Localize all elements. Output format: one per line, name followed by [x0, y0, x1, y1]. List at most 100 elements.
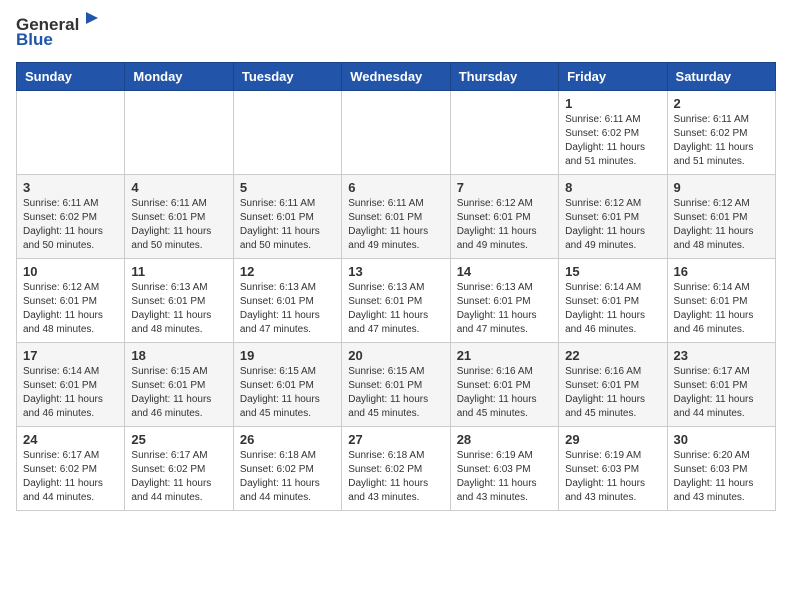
calendar-cell: 11 Sunrise: 6:13 AM Sunset: 6:01 PM Dayli…: [125, 259, 233, 343]
calendar-cell: 29 Sunrise: 6:19 AM Sunset: 6:03 PM Dayli…: [559, 427, 667, 511]
calendar-cell: 22 Sunrise: 6:16 AM Sunset: 6:01 PM Dayli…: [559, 343, 667, 427]
day-number: 5: [240, 180, 335, 195]
day-info: Sunrise: 6:19 AM Sunset: 6:03 PM Dayligh…: [565, 449, 660, 505]
day-number: 8: [565, 180, 660, 195]
day-number: 10: [23, 264, 118, 279]
weekday-header-sunday: Sunday: [17, 63, 125, 91]
calendar-cell: 1 Sunrise: 6:11 AM Sunset: 6:02 PM Daylig…: [559, 91, 667, 175]
day-info: Sunrise: 6:16 AM Sunset: 6:01 PM Dayligh…: [565, 365, 660, 421]
day-number: 18: [131, 348, 226, 363]
calendar-cell: 9 Sunrise: 6:12 AM Sunset: 6:01 PM Daylig…: [667, 175, 775, 259]
calendar-cell: 23 Sunrise: 6:17 AM Sunset: 6:01 PM Dayli…: [667, 343, 775, 427]
weekday-header-monday: Monday: [125, 63, 233, 91]
day-number: 11: [131, 264, 226, 279]
day-info: Sunrise: 6:14 AM Sunset: 6:01 PM Dayligh…: [23, 365, 118, 421]
day-number: 9: [674, 180, 769, 195]
day-number: 23: [674, 348, 769, 363]
day-info: Sunrise: 6:13 AM Sunset: 6:01 PM Dayligh…: [457, 281, 552, 337]
day-info: Sunrise: 6:11 AM Sunset: 6:02 PM Dayligh…: [565, 113, 660, 169]
day-info: Sunrise: 6:11 AM Sunset: 6:02 PM Dayligh…: [674, 113, 769, 169]
calendar-cell: 6 Sunrise: 6:11 AM Sunset: 6:01 PM Daylig…: [342, 175, 450, 259]
day-info: Sunrise: 6:11 AM Sunset: 6:02 PM Dayligh…: [23, 197, 118, 253]
weekday-header-thursday: Thursday: [450, 63, 558, 91]
day-number: 22: [565, 348, 660, 363]
weekday-header-row: SundayMondayTuesdayWednesdayThursdayFrid…: [17, 63, 776, 91]
calendar-cell: 27 Sunrise: 6:18 AM Sunset: 6:02 PM Dayli…: [342, 427, 450, 511]
day-number: 26: [240, 432, 335, 447]
calendar-cell: 12 Sunrise: 6:13 AM Sunset: 6:01 PM Dayli…: [233, 259, 341, 343]
calendar-cell: 3Sunrise: 6:11 AM Sunset: 6:02 PM Daylig…: [17, 175, 125, 259]
day-info: Sunrise: 6:13 AM Sunset: 6:01 PM Dayligh…: [240, 281, 335, 337]
day-number: 24: [23, 432, 118, 447]
day-info: Sunrise: 6:15 AM Sunset: 6:01 PM Dayligh…: [131, 365, 226, 421]
day-info: Sunrise: 6:16 AM Sunset: 6:01 PM Dayligh…: [457, 365, 552, 421]
day-info: Sunrise: 6:19 AM Sunset: 6:03 PM Dayligh…: [457, 449, 552, 505]
day-number: 19: [240, 348, 335, 363]
calendar-cell: [17, 91, 125, 175]
day-info: Sunrise: 6:13 AM Sunset: 6:01 PM Dayligh…: [131, 281, 226, 337]
day-info: Sunrise: 6:12 AM Sunset: 6:01 PM Dayligh…: [674, 197, 769, 253]
day-number: 25: [131, 432, 226, 447]
calendar-cell: 10Sunrise: 6:12 AM Sunset: 6:01 PM Dayli…: [17, 259, 125, 343]
calendar-cell: 30Sunrise: 6:20 AM Sunset: 6:03 PM Dayli…: [667, 427, 775, 511]
day-number: 30: [674, 432, 769, 447]
calendar-cell: 8 Sunrise: 6:12 AM Sunset: 6:01 PM Daylig…: [559, 175, 667, 259]
calendar-cell: 14 Sunrise: 6:13 AM Sunset: 6:01 PM Dayli…: [450, 259, 558, 343]
calendar-cell: 28Sunrise: 6:19 AM Sunset: 6:03 PM Dayli…: [450, 427, 558, 511]
calendar-cell: [342, 91, 450, 175]
calendar-cell: 16 Sunrise: 6:14 AM Sunset: 6:01 PM Dayli…: [667, 259, 775, 343]
page-header: General Blue: [16, 16, 776, 50]
day-number: 20: [348, 348, 443, 363]
day-number: 17: [23, 348, 118, 363]
calendar-cell: 21 Sunrise: 6:16 AM Sunset: 6:01 PM Dayli…: [450, 343, 558, 427]
day-info: Sunrise: 6:11 AM Sunset: 6:01 PM Dayligh…: [240, 197, 335, 253]
day-number: 27: [348, 432, 443, 447]
calendar-cell: 13 Sunrise: 6:13 AM Sunset: 6:01 PM Dayli…: [342, 259, 450, 343]
weekday-header-wednesday: Wednesday: [342, 63, 450, 91]
day-number: 7: [457, 180, 552, 195]
calendar-cell: 18 Sunrise: 6:15 AM Sunset: 6:01 PM Dayli…: [125, 343, 233, 427]
day-number: 21: [457, 348, 552, 363]
calendar-cell: [233, 91, 341, 175]
day-info: Sunrise: 6:17 AM Sunset: 6:02 PM Dayligh…: [131, 449, 226, 505]
calendar-cell: 19 Sunrise: 6:15 AM Sunset: 6:01 PM Dayli…: [233, 343, 341, 427]
calendar-cell: 24Sunrise: 6:17 AM Sunset: 6:02 PM Dayli…: [17, 427, 125, 511]
calendar-table: SundayMondayTuesdayWednesdayThursdayFrid…: [16, 62, 776, 511]
calendar-cell: [125, 91, 233, 175]
calendar-week-5: 24 Sunrise: 6:17 AM Sunset: 6:02 PM Dayli…: [17, 427, 776, 511]
day-number: 14: [457, 264, 552, 279]
logo-arrow-icon: [78, 10, 100, 32]
calendar-week-4: 17 Sunrise: 6:14 AM Sunset: 6:01 PM Dayli…: [17, 343, 776, 427]
day-number: 1: [565, 96, 660, 111]
calendar-cell: 7 Sunrise: 6:12 AM Sunset: 6:01 PM Daylig…: [450, 175, 558, 259]
calendar-week-1: 1 Sunrise: 6:11 AM Sunset: 6:02 PM Daylig…: [17, 91, 776, 175]
calendar-cell: 5 Sunrise: 6:11 AM Sunset: 6:01 PM Daylig…: [233, 175, 341, 259]
calendar-cell: 25 Sunrise: 6:17 AM Sunset: 6:02 PM Dayli…: [125, 427, 233, 511]
calendar-cell: 17 Sunrise: 6:14 AM Sunset: 6:01 PM Dayli…: [17, 343, 125, 427]
day-info: Sunrise: 6:11 AM Sunset: 6:01 PM Dayligh…: [348, 197, 443, 253]
day-info: Sunrise: 6:12 AM Sunset: 6:01 PM Dayligh…: [457, 197, 552, 253]
calendar-cell: 2Sunrise: 6:11 AM Sunset: 6:02 PM Daylig…: [667, 91, 775, 175]
day-number: 13: [348, 264, 443, 279]
day-info: Sunrise: 6:12 AM Sunset: 6:01 PM Dayligh…: [565, 197, 660, 253]
weekday-header-saturday: Saturday: [667, 63, 775, 91]
day-number: 6: [348, 180, 443, 195]
day-number: 12: [240, 264, 335, 279]
day-info: Sunrise: 6:11 AM Sunset: 6:01 PM Dayligh…: [131, 197, 226, 253]
logo-blue: Blue: [16, 30, 53, 50]
day-number: 29: [565, 432, 660, 447]
calendar-week-2: 3Sunrise: 6:11 AM Sunset: 6:02 PM Daylig…: [17, 175, 776, 259]
weekday-header-friday: Friday: [559, 63, 667, 91]
day-info: Sunrise: 6:15 AM Sunset: 6:01 PM Dayligh…: [240, 365, 335, 421]
calendar-cell: 4 Sunrise: 6:11 AM Sunset: 6:01 PM Daylig…: [125, 175, 233, 259]
day-info: Sunrise: 6:14 AM Sunset: 6:01 PM Dayligh…: [674, 281, 769, 337]
day-number: 4: [131, 180, 226, 195]
calendar-week-3: 10Sunrise: 6:12 AM Sunset: 6:01 PM Dayli…: [17, 259, 776, 343]
day-info: Sunrise: 6:13 AM Sunset: 6:01 PM Dayligh…: [348, 281, 443, 337]
day-info: Sunrise: 6:18 AM Sunset: 6:02 PM Dayligh…: [348, 449, 443, 505]
day-info: Sunrise: 6:17 AM Sunset: 6:01 PM Dayligh…: [674, 365, 769, 421]
calendar-cell: 15 Sunrise: 6:14 AM Sunset: 6:01 PM Dayli…: [559, 259, 667, 343]
day-number: 16: [674, 264, 769, 279]
day-number: 15: [565, 264, 660, 279]
day-info: Sunrise: 6:14 AM Sunset: 6:01 PM Dayligh…: [565, 281, 660, 337]
